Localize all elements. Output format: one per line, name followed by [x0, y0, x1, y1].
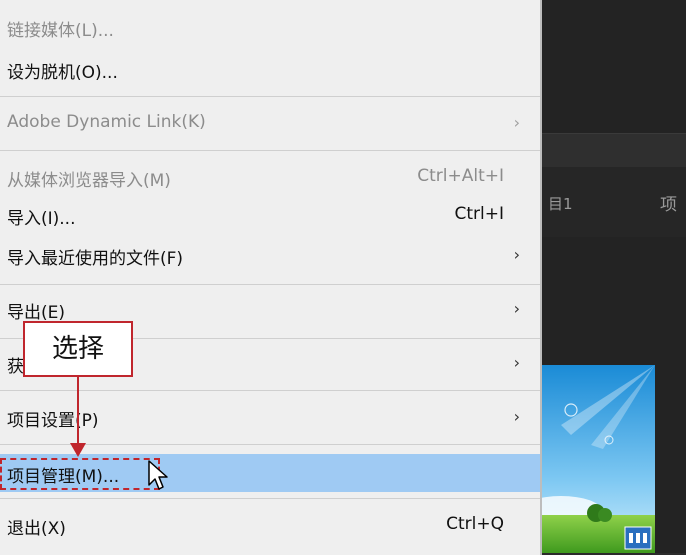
menu-item-label: 导入最近使用的文件(F) [7, 249, 184, 269]
menu-item-shortcut: Ctrl+Q [446, 514, 504, 534]
menu-separator [0, 390, 540, 391]
chevron-right-icon: › [513, 113, 520, 132]
panel-tab-label-2[interactable]: 项 [660, 190, 677, 215]
panel-tab-label[interactable]: 目1 [548, 193, 573, 214]
annotation-highlight-box [0, 458, 160, 490]
media-thumbnail[interactable] [540, 365, 655, 553]
menu-item-import-recent[interactable]: 导入最近使用的文件(F) › [0, 238, 540, 272]
menu-item-make-offline[interactable]: 设为脱机(O)... [0, 52, 540, 86]
annotation-arrow-line [77, 377, 79, 445]
chevron-right-icon: › [513, 407, 520, 426]
menu-item-label: 导入(I)... [7, 209, 76, 229]
menu-separator [0, 96, 540, 97]
panel-header-bar [540, 133, 686, 169]
annotation-arrow-head-icon [70, 443, 86, 457]
menu-item-exit[interactable]: 退出(X) Ctrl+Q [0, 508, 540, 542]
chevron-right-icon: › [513, 299, 520, 318]
menu-item-label: 从媒体浏览器导入(M) [7, 171, 171, 191]
menu-separator [0, 150, 540, 151]
menu-item-project-settings[interactable]: 项目设置(P) › [0, 400, 540, 434]
menu-item-label: 链接媒体(L)... [7, 21, 114, 41]
menu-separator [0, 284, 540, 285]
annotation-callout: 选择 [23, 321, 133, 377]
mouse-pointer-icon [148, 460, 168, 490]
menu-item-import-from-browser[interactable]: 从媒体浏览器导入(M) Ctrl+Alt+I [0, 160, 540, 194]
menu-item-label: 退出(X) [7, 519, 66, 539]
menu-item-dynamic-link[interactable]: Adobe Dynamic Link(K) › [0, 106, 540, 140]
menu-item-label: Adobe Dynamic Link(K) [7, 112, 206, 132]
menu-item-import[interactable]: 导入(I)... Ctrl+I [0, 198, 540, 232]
menu-item-label: 项目设置(P) [7, 411, 99, 431]
chevron-right-icon: › [513, 353, 520, 372]
menu-item-shortcut: Ctrl+Alt+I [417, 166, 504, 186]
menu-item-shortcut: Ctrl+I [454, 204, 504, 224]
menu-separator [0, 498, 540, 499]
chevron-right-icon: › [513, 245, 520, 264]
menu-item-label: 设为脱机(O)... [7, 63, 118, 83]
menu-item-link-media[interactable]: 链接媒体(L)... [0, 10, 540, 44]
menu-item-label: 导出(E) [7, 303, 66, 323]
